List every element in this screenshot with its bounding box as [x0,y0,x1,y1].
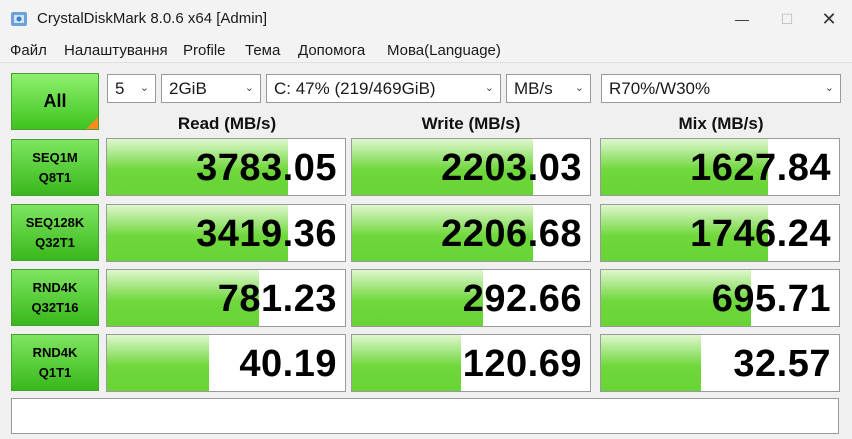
test-label-1: SEQ1M [32,149,78,165]
read-header: Read (MB/s) [177,114,277,133]
mix-result-cell: 1627.84 [600,138,840,196]
corner-indicator [86,117,98,129]
unit-select[interactable]: MB/s ⌄ [506,74,591,103]
write-result-cell: 292.66 [351,269,591,327]
menu-file[interactable]: Файл [10,42,47,59]
menu-language[interactable]: Мова(Language) [387,42,501,59]
chevron-down-icon: ⌄ [824,82,834,94]
read-result-cell: 781.23 [106,269,346,327]
mix-result: 32.57 [733,343,831,385]
window-title: CrystalDiskMark 8.0.6 x64 [Admin] [37,10,268,27]
test-params-1: Q8T1 [38,169,72,185]
write-result-cell: 120.69 [351,334,591,392]
menu-help[interactable]: Допомога [298,42,365,59]
test-label-2: SEQ128K [25,214,85,230]
read-result-cell: 3783.05 [106,138,346,196]
chevron-down-icon: ⌄ [139,82,149,94]
size-select[interactable]: 2GiB ⌄ [161,74,261,103]
count-value: 5 [115,79,125,98]
menu-theme[interactable]: Тема [245,42,280,59]
write-result: 2203.03 [441,147,582,189]
mix-result-cell: 695.71 [600,269,840,327]
test-seq128k-button[interactable]: SEQ128K Q32T1 [11,204,99,261]
test-params-4: Q1T1 [38,364,72,380]
menu-bar: Файл Налаштування Profile Тема Допомога … [0,38,852,63]
write-result: 292.66 [462,278,582,320]
mix-result: 1627.84 [690,147,831,189]
test-seq1m-button[interactable]: SEQ1M Q8T1 [11,139,99,196]
read-result: 3419.36 [196,213,337,255]
progress-bar [601,335,701,391]
test-params-3: Q32T16 [31,299,79,315]
mix-select[interactable]: R70%/W30% ⌄ [601,74,841,103]
chevron-down-icon: ⌄ [484,82,494,94]
test-rnd4k-q32t16-button[interactable]: RND4K Q32T16 [11,269,99,326]
read-result-cell: 3419.36 [106,204,346,262]
drive-select[interactable]: C: 47% (219/469GiB) ⌄ [266,74,501,103]
write-result-cell: 2203.03 [351,138,591,196]
maximize-button[interactable]: ☐ [764,0,810,38]
all-button[interactable]: All [11,73,99,130]
progress-bar [107,335,210,391]
mix-result: 1746.24 [690,213,831,255]
read-result-cell: 40.19 [106,334,346,392]
test-params-2: Q32T1 [35,234,75,250]
chevron-down-icon: ⌄ [244,82,254,94]
mix-result-cell: 32.57 [600,334,840,392]
write-result: 120.69 [462,343,582,385]
menu-settings[interactable]: Налаштування [64,42,168,59]
read-result: 40.19 [239,343,337,385]
mix-value: R70%/W30% [609,79,711,98]
unit-value: MB/s [514,79,553,98]
close-button[interactable]: ✕ [806,0,852,38]
test-rnd4k-q1t1-button[interactable]: RND4K Q1T1 [11,334,99,391]
test-label-3: RND4K [32,279,78,295]
write-header: Write (MB/s) [421,114,521,133]
drive-value: C: 47% (219/469GiB) [274,79,436,98]
comment-field[interactable] [11,398,839,434]
mix-result: 695.71 [711,278,831,320]
app-icon [11,12,27,26]
title-bar: CrystalDiskMark 8.0.6 x64 [Admin] — ☐ ✕ [0,0,852,38]
write-result: 2206.68 [441,213,582,255]
write-result-cell: 2206.68 [351,204,591,262]
mix-result-cell: 1746.24 [600,204,840,262]
minimize-button[interactable]: — [719,0,765,38]
menu-profile[interactable]: Profile [183,42,226,59]
read-result: 3783.05 [196,147,337,189]
test-label-4: RND4K [32,344,78,360]
count-select[interactable]: 5 ⌄ [107,74,156,103]
progress-bar [352,335,462,391]
read-result: 781.23 [217,278,337,320]
mix-header: Mix (MB/s) [678,114,764,133]
chevron-down-icon: ⌄ [574,82,584,94]
size-value: 2GiB [169,79,207,98]
all-button-label: All [43,91,67,111]
